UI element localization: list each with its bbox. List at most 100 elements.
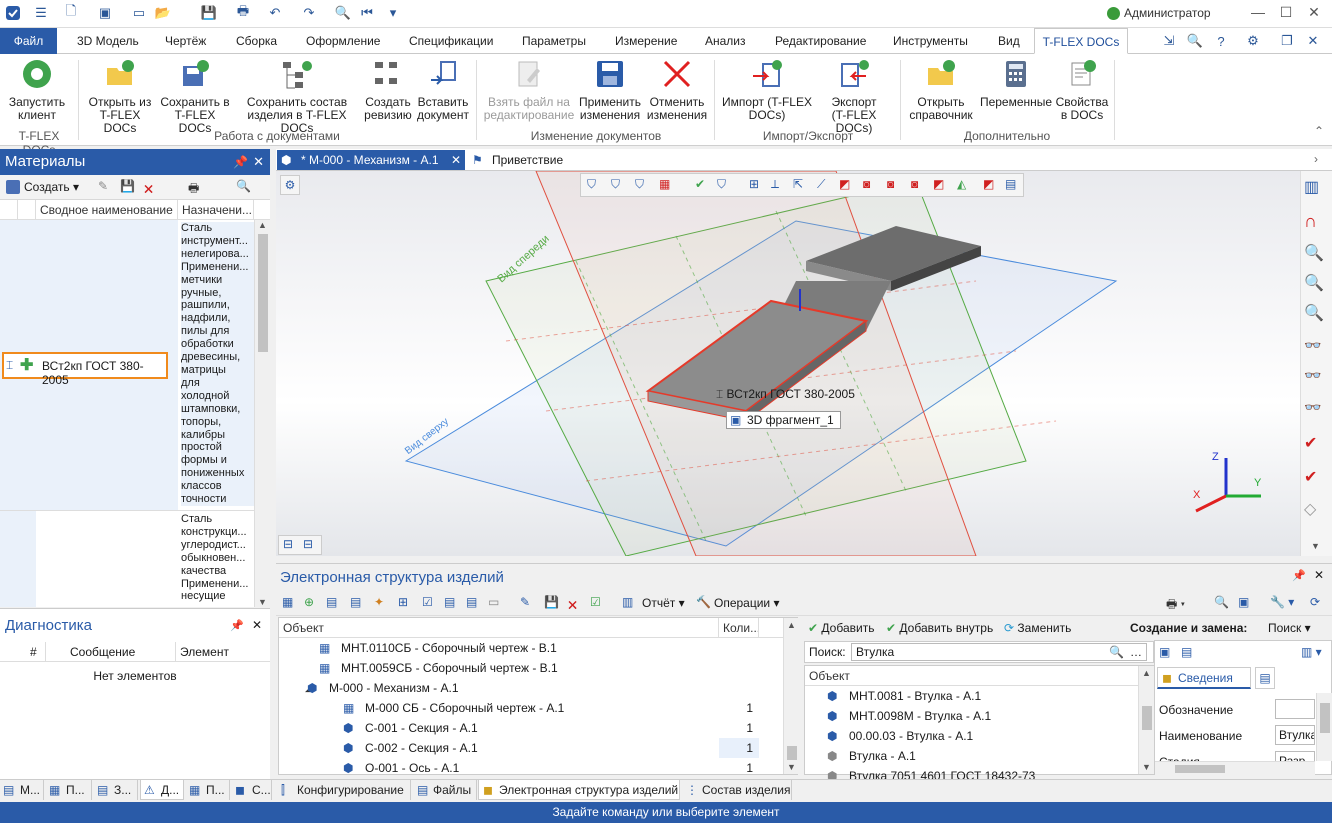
axes-icon[interactable]: ⟂ — [771, 177, 779, 192]
struct-tool-9-icon[interactable]: ▤ — [466, 595, 477, 609]
replace-button[interactable]: ⟳ Заменить — [1004, 621, 1071, 635]
fullscreen-icon[interactable]: ⇲ — [1160, 32, 1178, 50]
insert-document-button[interactable]: Вставить документ — [416, 58, 470, 122]
col-purpose[interactable]: Назначени... — [178, 200, 254, 220]
app-logo-icon[interactable] — [4, 4, 22, 22]
info-layout-icon[interactable]: ▥ ▾ — [1301, 645, 1322, 659]
redo-icon[interactable]: ↷ — [300, 4, 318, 22]
solid-body-icon[interactable]: ◩ — [839, 177, 850, 191]
info-field-input[interactable] — [1275, 699, 1315, 719]
minimize-button[interactable]: — — [1248, 4, 1268, 22]
col-quantity[interactable]: Коли... — [719, 618, 759, 638]
run-client-button[interactable]: Запустить клиент — [6, 58, 68, 122]
zoom-icon[interactable]: 🔍 — [1304, 243, 1328, 267]
magnet-icon[interactable]: ∩ — [1304, 211, 1328, 235]
close-diag-icon[interactable]: ✕ — [252, 618, 262, 632]
struct-tool-6-icon[interactable]: ⊞ — [398, 595, 408, 609]
tab-tflex-docs[interactable]: T-FLEX DOCs — [1034, 28, 1128, 54]
refresh-icon[interactable]: ⟳ — [1310, 595, 1320, 609]
select-rect-icon[interactable]: ▦ — [659, 177, 670, 191]
bottom-tab-left[interactable]: ▦ П... — [46, 780, 92, 800]
tab-configuration[interactable]: ⫿ Конфигурирование — [277, 780, 411, 800]
bottom-tab-left[interactable]: ◼ С... — [232, 780, 272, 800]
pin-structure-icon[interactable]: 📌 — [1292, 569, 1306, 582]
undo-icon[interactable]: ↶ — [266, 4, 284, 22]
col-summary-name[interactable]: Сводное наименование — [36, 200, 178, 220]
check-filter-icon[interactable]: ✔ — [695, 177, 705, 191]
result-row[interactable]: ⬢ Втулка - А.1 — [805, 746, 1139, 766]
tab-files[interactable]: ▤ Файлы — [413, 780, 477, 800]
check-view-icon[interactable]: ✔ — [1304, 433, 1328, 457]
info-field-input[interactable]: Втулка — [1275, 725, 1315, 745]
body-3-icon[interactable]: ◙ — [887, 177, 894, 191]
glasses-icon[interactable]: 👓 — [1304, 337, 1328, 361]
bottom-tab-left[interactable]: ▤ З... — [94, 780, 138, 800]
checkout-file-button[interactable]: Взять файл на редактирование — [482, 58, 576, 122]
add-button[interactable]: ✔ Добавить — [808, 621, 874, 635]
user-name[interactable]: Администратор — [1124, 6, 1211, 20]
struct-search-icon[interactable]: 🔍 — [1214, 595, 1229, 609]
tab-assembly[interactable]: Сборка — [226, 28, 287, 54]
help-icon[interactable]: ? — [1212, 32, 1230, 50]
tab-second-icon[interactable]: ▤ — [1255, 667, 1275, 689]
toolbar-down-icon[interactable]: ▼ — [1311, 541, 1320, 551]
struct-save-icon[interactable]: 💾 — [544, 595, 559, 609]
struct-view-icon[interactable]: ▣ — [1238, 595, 1249, 609]
info-hscrollbar[interactable] — [1155, 761, 1315, 775]
tab-list-icon[interactable]: › — [1314, 152, 1318, 166]
info-tool-2-icon[interactable]: ▤ — [1181, 645, 1192, 659]
structure-row[interactable]: ▦ МНТ.0059СБ - Сборочный чертеж - В.1 — [279, 658, 783, 678]
save-material-icon[interactable]: 💾 — [120, 179, 136, 195]
restore-icon[interactable]: ❐ — [1278, 32, 1296, 50]
delete-material-icon[interactable]: 🗙 — [144, 179, 160, 195]
create-revision-button[interactable]: Создать ревизию — [362, 58, 414, 122]
struct-apply-icon[interactable]: ☑ — [590, 595, 601, 609]
tab-drawing[interactable]: Чертёж — [155, 28, 216, 54]
gear-icon[interactable]: ⚙ — [1244, 32, 1262, 50]
structure-row[interactable]: ◢ ⬢ М-000 - Механизм - А.1 — [279, 678, 783, 698]
pin-icon[interactable]: 📌 — [233, 149, 248, 175]
bottom-tab-left[interactable]: ▤ М... — [0, 780, 44, 800]
search-material-icon[interactable]: 🔍 — [236, 179, 252, 195]
clear-filter-icon[interactable]: ⛉ — [717, 177, 726, 192]
glasses-3-icon[interactable]: 👓 — [1304, 399, 1328, 423]
docs-properties-button[interactable]: Свойства в DOCs — [1054, 58, 1110, 122]
new-file-icon[interactable]: 🗋 — [62, 3, 80, 22]
info-tool-1-icon[interactable]: ▣ — [1159, 645, 1170, 659]
filter-2-icon[interactable]: ⛉ — [611, 177, 620, 192]
bottom-tab-left[interactable]: ▦ П... — [186, 780, 230, 800]
create-button[interactable]: Создать ▾ — [24, 180, 79, 194]
struct-tool-8-icon[interactable]: ▤ — [444, 595, 455, 609]
tab-analysis[interactable]: Анализ — [695, 28, 756, 54]
struct-tool-4-icon[interactable]: ▤ — [350, 595, 361, 609]
col-object[interactable]: Объект — [279, 618, 719, 638]
struct-print-icon[interactable]: 🖶 ▾ — [1166, 595, 1185, 616]
search-clear-icon[interactable]: 🔍 — [1109, 644, 1124, 660]
materials-scrollbar[interactable]: ▲ ▼ — [254, 220, 270, 607]
zoom-doc-icon[interactable]: 🔍 — [334, 4, 352, 22]
doc-tab-mechanism[interactable]: ⬢ * М-000 - Механизм - А.1 ✕ — [277, 150, 465, 170]
structure-row[interactable]: ⬢ С-002 - Секция - А.1 1 — [279, 738, 783, 758]
maximize-button[interactable]: ☐ — [1276, 4, 1296, 22]
hamburger-menu-icon[interactable]: ☰ — [32, 4, 50, 22]
struct-tool-10-icon[interactable]: ▭ — [488, 595, 499, 609]
report-button[interactable]: Отчёт ▾ — [642, 596, 685, 610]
struct-add-icon[interactable]: ⊕ — [304, 595, 314, 609]
structure-row[interactable]: ⬢ С-001 - Секция - А.1 1 — [279, 718, 783, 738]
tab-file[interactable]: Файл — [0, 28, 57, 54]
shapes-icon[interactable]: ◭ — [957, 177, 966, 191]
struct-delete-icon[interactable]: 🗙 — [568, 595, 577, 616]
print-material-icon[interactable]: 🖶 — [188, 179, 204, 195]
single-view-icon[interactable]: ⊟ — [303, 537, 313, 551]
split-view-icon[interactable]: ⊟ — [283, 537, 293, 551]
open-from-docs-button[interactable]: Открыть из T-FLEX DOCs — [84, 58, 156, 135]
body-2-icon[interactable]: ◙ — [863, 177, 870, 191]
zoom-window-icon[interactable]: 🔍 — [1304, 273, 1328, 297]
3d-viewport[interactable]: Вид спереди Вид сверху Z X Y ⌶ ВСт2кп ГО… — [276, 171, 1300, 556]
tab-view[interactable]: Вид — [988, 28, 1030, 54]
save-icon[interactable]: 💾 — [200, 4, 218, 22]
materials-grid[interactable]: Сталь инструмент... нелегирова... Применени… — [0, 220, 254, 607]
tab-edit[interactable]: Редактирование — [765, 28, 876, 54]
struct-edit-icon[interactable]: ✎ — [520, 595, 530, 609]
structure-scrollbar[interactable]: ▲ ▼ — [783, 618, 799, 774]
